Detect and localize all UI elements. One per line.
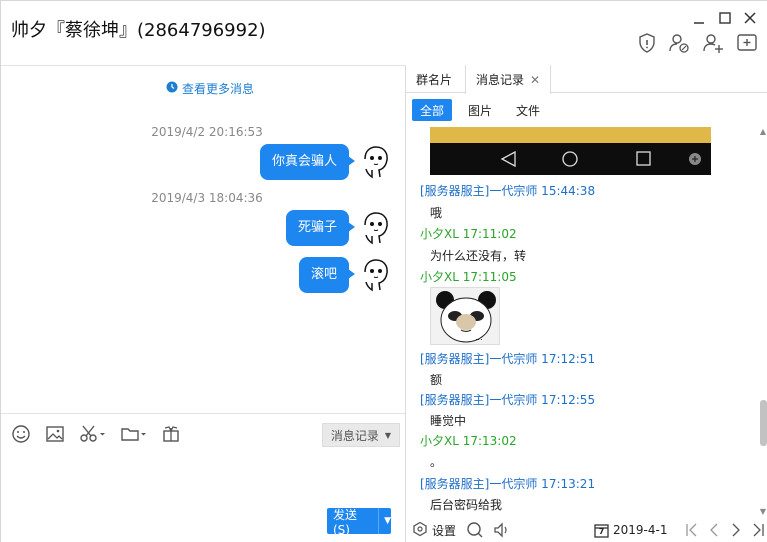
calendar-icon: 7 [594,523,609,538]
message-row: 死骗子 [285,210,391,246]
chat-window: 帅夕『蔡徐坤』(2864796992) 查看更多消息 2019/4/2 20:1… [0,0,767,542]
hexagon-settings-icon [412,521,428,540]
message-timestamp: 2019/4/3 18:04:36 [151,191,263,205]
filter-files[interactable]: 文件 [508,99,548,121]
message-timestamp: 2019/4/2 20:16:53 [151,125,263,139]
filter-all[interactable]: 全部 [412,99,453,121]
send-divider [378,508,380,534]
chat-pane: 查看更多消息 2019/4/2 20:16:53 你真会骗人 2019/4/3 … [1,65,405,542]
record-message[interactable]: 为什么还没有，转 [430,247,526,264]
panda-sticker-image[interactable]: ... [430,287,500,345]
history-date: 2019-4-1 [613,523,668,537]
tab-message-history-label: 消息记录 [475,73,524,87]
settings-label: 设置 [432,523,457,538]
view-more-label: 查看更多消息 [181,82,254,96]
record-sender: [服务器服主]一代宗师 17:13:21 [420,477,596,491]
gift-icon[interactable] [161,424,181,444]
prev-page-icon[interactable] [708,521,720,539]
next-page-icon[interactable] [730,521,742,539]
add-user-icon[interactable] [701,31,725,55]
window-title: 帅夕『蔡徐坤』(2864796992) [11,20,266,41]
close-tab-icon[interactable]: ✕ [530,73,540,87]
message-history-button[interactable]: 消息记录 ▼ [322,423,400,447]
scroll-up-icon[interactable]: ▲ [758,127,767,137]
record-sender: 小夕XL 17:11:05 [420,270,517,284]
folder-icon[interactable] [120,424,148,444]
record-sender: [服务器服主]一代宗师 17:12:55 [420,393,596,407]
shared-screenshot-image[interactable] [430,127,711,175]
history-footer: 设置 7 2019-4-1 [406,517,767,542]
title-bar: 帅夕『蔡徐坤』(2864796992) [1,1,767,65]
avatar[interactable] [361,211,391,245]
emoji-icon[interactable] [11,424,31,444]
side-tabs: 群名片 消息记录 ✕ [406,65,767,94]
record-message[interactable]: 哦 [430,204,442,221]
speaker-icon[interactable] [492,521,512,539]
search-icon[interactable] [466,521,484,539]
record-sender: [服务器服主]一代宗师 17:12:51 [420,352,596,366]
send-options-icon[interactable]: ▼ [384,516,391,526]
filter-images[interactable]: 图片 [460,99,500,121]
send-label: 发送(S) [333,507,358,537]
scissors-icon[interactable] [79,424,107,444]
clock-icon [166,81,178,96]
record-sender: 小夕XL 17:13:02 [420,434,517,448]
image-icon[interactable] [45,424,65,444]
svg-text:...: ... [475,333,483,342]
shield-icon[interactable] [635,31,659,55]
add-app-icon[interactable] [735,31,759,55]
maximize-icon[interactable] [716,9,734,27]
last-page-icon[interactable] [751,521,765,539]
record-message[interactable]: 后台密码给我 [430,496,502,513]
history-list: [服务器服主]一代宗师 15:44:38 哦 小夕XL 17:11:02 为什么… [406,127,756,517]
record-message[interactable]: 。 [430,453,442,470]
record-message[interactable]: 睡觉中 [430,412,466,429]
message-row: 你真会骗人 [259,144,391,180]
record-sender: [服务器服主]一代宗师 15:44:38 [420,184,596,198]
record-sender: 小夕XL 17:11:02 [420,227,517,241]
scroll-down-icon[interactable]: ▼ [758,507,767,517]
history-scrollbar[interactable]: ▲ ▼ [758,127,767,517]
close-icon[interactable] [741,9,759,27]
filter-tabs: 全部 图片 文件 [412,99,556,121]
avatar[interactable] [361,258,391,292]
message-bubble[interactable]: 滚吧 [298,257,356,293]
message-bubble[interactable]: 你真会骗人 [259,144,356,180]
date-picker[interactable]: 7 2019-4-1 [594,521,667,539]
dropdown-arrow-icon: ▼ [384,430,392,440]
minimize-icon[interactable] [690,9,708,27]
tab-message-history[interactable]: 消息记录 ✕ [465,65,551,94]
settings-button[interactable]: 设置 [412,521,456,539]
message-bubble[interactable]: 死骗子 [285,210,356,246]
side-panel: 群名片 消息记录 ✕ 全部 图片 文件 [服务器服主]一代宗师 15:44:38… [405,65,767,542]
send-button[interactable]: 发送(S) ▼ [327,507,391,537]
message-row: 滚吧 [298,257,391,293]
first-page-icon[interactable] [685,521,699,539]
avatar[interactable] [361,145,391,179]
record-message[interactable]: 额 [430,371,442,388]
calendar-day: 7 [598,526,605,536]
user-settings-icon[interactable] [667,31,691,55]
scrollbar-thumb[interactable] [760,400,767,446]
view-more-messages-link[interactable]: 查看更多消息 [1,80,419,97]
message-history-label: 消息记录 [330,428,379,443]
tab-group-card[interactable]: 群名片 [406,65,462,93]
